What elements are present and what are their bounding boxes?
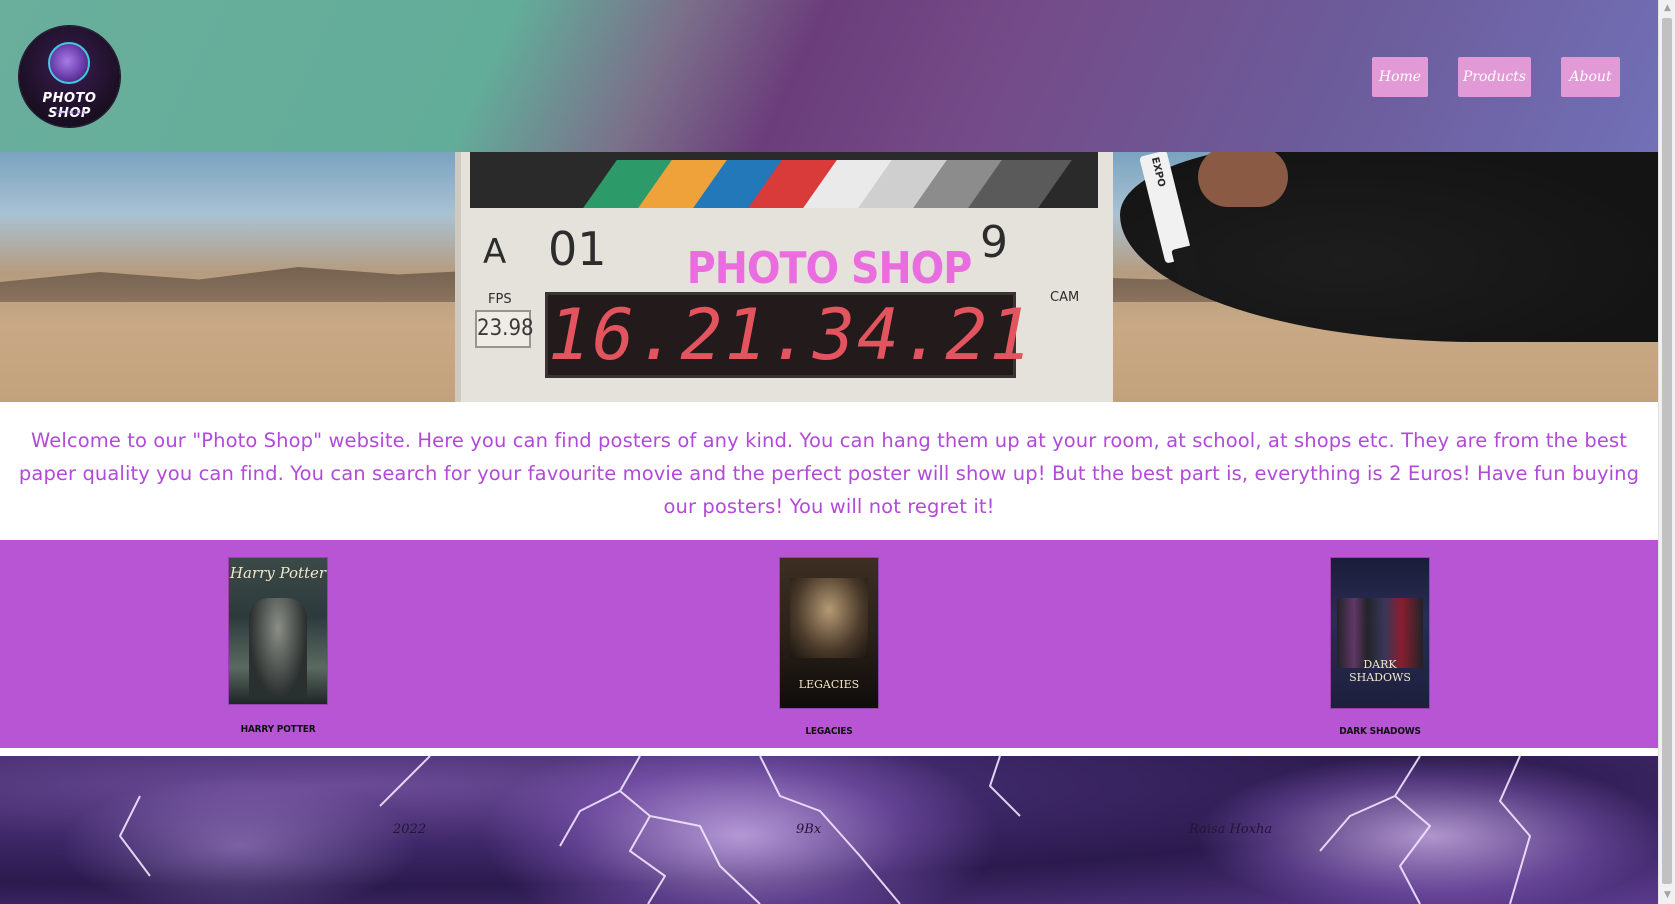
- main-nav: Home Products About: [1372, 57, 1620, 97]
- product-card[interactable]: Harry Potter HARRY POTTER: [178, 558, 378, 735]
- poster-title: LEGACIES: [798, 678, 860, 691]
- vertical-scrollbar[interactable]: ▲ ▼: [1658, 0, 1675, 904]
- scroll-up-icon[interactable]: ▲: [1659, 0, 1675, 17]
- product-label: HARRY POTTER: [240, 724, 316, 735]
- scroll-down-icon[interactable]: ▼: [1659, 887, 1675, 904]
- product-label: DARK SHADOWS: [1339, 726, 1421, 737]
- footer-author: Raisa Hoxha: [1189, 822, 1273, 837]
- logo-title: PHOTO SHOP: [42, 91, 97, 121]
- poster-title: DARK SHADOWS: [1349, 658, 1411, 684]
- logo-portrait-icon: [48, 42, 90, 84]
- dark-shadows-poster[interactable]: DARK SHADOWS: [1331, 558, 1429, 708]
- hero-banner: A 01 9 FPS 23.98 CAM 16.21.34.21 EXPO PH…: [0, 152, 1658, 402]
- intro-text: Welcome to our "Photo Shop" website. Her…: [18, 429, 1640, 518]
- clapper-fps-value: 23.98: [475, 310, 534, 348]
- product-label: LEGACIES: [805, 726, 853, 737]
- nav-home-button[interactable]: Home: [1372, 57, 1428, 97]
- clapper-stick: [470, 152, 1098, 208]
- nav-about-button[interactable]: About: [1561, 57, 1620, 97]
- timecode-value: 16.21.34.21: [548, 294, 1034, 376]
- timecode-display: 16.21.34.21: [545, 292, 1034, 378]
- hero-title: PHOTO SHOP: [686, 243, 973, 294]
- logo-subtitle: YOUR POSTERS: [54, 110, 85, 115]
- marker-brand: EXPO: [1148, 156, 1167, 189]
- harry-potter-poster[interactable]: Harry Potter: [229, 558, 327, 704]
- nav-products-button[interactable]: Products: [1458, 57, 1531, 97]
- footer-class: 9Bx: [796, 822, 822, 837]
- product-card[interactable]: LEGACIES LEGACIES: [729, 558, 929, 737]
- site-footer: 2022 9Bx Raisa Hoxha: [0, 756, 1658, 904]
- clapper-cam-label: CAM: [1050, 290, 1080, 305]
- hand: [1198, 152, 1288, 207]
- page: PHOTO SHOP YOUR POSTERS Home Products Ab…: [0, 0, 1658, 904]
- product-card[interactable]: DARK SHADOWS DARK SHADOWS: [1280, 558, 1480, 737]
- poster-title: Harry Potter: [229, 564, 327, 582]
- photo-shop-logo[interactable]: PHOTO SHOP YOUR POSTERS: [19, 26, 120, 127]
- lightning-icon: [119, 756, 1531, 904]
- legacies-poster[interactable]: LEGACIES: [780, 558, 878, 708]
- products-section: Harry Potter HARRY POTTER LEGACIES LEGAC…: [0, 540, 1658, 748]
- clapper-fps-label: FPS: [488, 292, 512, 307]
- footer-year: 2022: [393, 822, 427, 837]
- site-header: PHOTO SHOP YOUR POSTERS Home Products Ab…: [0, 0, 1658, 152]
- scroll-thumb[interactable]: [1662, 18, 1672, 884]
